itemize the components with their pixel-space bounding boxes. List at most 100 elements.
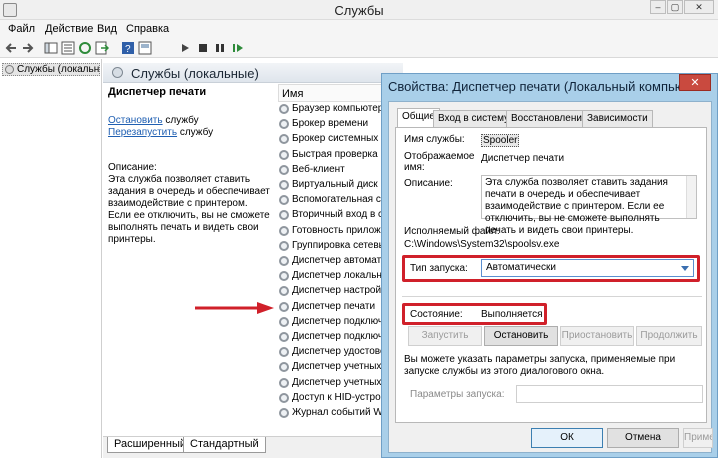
list-item[interactable]: Доступ к HID-устройствам	[278, 391, 388, 405]
minimize-button[interactable]: –	[650, 0, 666, 14]
list-item[interactable]: Диспетчер печати	[278, 300, 388, 314]
resume-button[interactable]: Продолжить	[636, 326, 702, 346]
list-item[interactable]: Быстрая проверка	[278, 148, 388, 162]
pane-header: Службы (локальные)	[103, 63, 403, 83]
tab-dependencies[interactable]: Зависимости	[582, 110, 653, 127]
service-name: Веб-клиент	[292, 163, 345, 175]
cancel-button[interactable]: Отмена	[607, 428, 679, 448]
dialog-title: Свойства: Диспетчер печати (Локальный ко…	[388, 79, 688, 94]
list-item[interactable]: Диспетчер автоматических подключений	[278, 254, 388, 268]
help-icon[interactable]: ?	[121, 41, 135, 55]
tab-recovery[interactable]: Восстановление	[506, 110, 593, 127]
forward-icon[interactable]	[21, 41, 35, 55]
column-header-name[interactable]: Имя	[278, 84, 388, 102]
service-description: Описание: Эта служба позволяет ставить з…	[108, 162, 270, 246]
list-item[interactable]: Диспетчер локальных сеансов	[278, 269, 388, 283]
apply-button[interactable]: Применить	[683, 428, 713, 448]
export-list-icon[interactable]	[95, 41, 109, 55]
view-tabs: Расширенный Стандартный	[103, 436, 403, 458]
tree-item-services-local[interactable]: Службы (локальные)	[2, 63, 100, 76]
start-button[interactable]: Запустить	[408, 326, 482, 346]
description-scrollbar[interactable]	[686, 176, 696, 218]
dialog-body: Общие Вход в систему Восстановление Зави…	[388, 101, 713, 453]
stop-service-line: Остановить службу	[108, 115, 199, 126]
column-name-label: Имя	[282, 88, 304, 100]
play-icon[interactable]	[178, 41, 192, 55]
console-tree-icon[interactable]	[44, 41, 58, 55]
description-label: Описание:	[108, 162, 157, 173]
list-item[interactable]: Диспетчер подключений удаленного доступа	[278, 330, 388, 344]
list-item[interactable]: Диспетчер настройки устройств	[278, 284, 388, 298]
menu-view[interactable]: Вид	[97, 23, 117, 35]
list-item[interactable]: Брокер системных событий	[278, 132, 388, 146]
list-item[interactable]: Группировка сетевых участников	[278, 239, 388, 253]
gear-icon	[279, 301, 289, 312]
service-name: Диспетчер учетных данных	[292, 361, 388, 373]
stop-service-suffix: службу	[162, 115, 199, 126]
selected-service-name: Диспетчер печати	[108, 86, 207, 98]
divider	[402, 296, 702, 297]
list-item[interactable]: Брокер времени	[278, 117, 388, 131]
gear-icon	[5, 65, 14, 74]
svg-text:?: ?	[125, 44, 131, 55]
description-label: Описание:	[404, 178, 453, 189]
list-item[interactable]: Виртуальный диск	[278, 178, 388, 192]
menu-action[interactable]: Действие	[45, 23, 93, 35]
service-name: Диспетчер автоматических подключений	[292, 255, 388, 266]
exe-path-value[interactable]: C:\Windows\System32\spoolsv.exe	[404, 239, 559, 250]
restart-service-link[interactable]: Перезапустить	[108, 127, 177, 138]
gear-icon	[279, 408, 289, 418]
service-name-label: Имя службы:	[404, 134, 465, 145]
gear-icon	[279, 225, 289, 236]
tab-standard[interactable]: Стандартный	[183, 437, 266, 453]
menu-file[interactable]: Файл	[8, 23, 35, 35]
service-name: Диспетчер учетных записей	[292, 376, 388, 388]
close-window-button[interactable]: ✕	[684, 0, 714, 14]
dialog-close-button[interactable]: ✕	[679, 74, 711, 91]
list-item[interactable]: Диспетчер учетных данных	[278, 360, 388, 374]
list-item[interactable]: Готовность приложений	[278, 224, 388, 238]
gear-icon	[279, 377, 289, 388]
properties-list-icon[interactable]	[61, 41, 75, 55]
stop-button[interactable]: Остановить	[484, 326, 558, 346]
gear-icon	[279, 119, 289, 130]
back-icon[interactable]	[4, 41, 18, 55]
list-item[interactable]: Вспомогательная служба IP	[278, 193, 388, 207]
service-name: Диспетчер локальных сеансов	[292, 270, 388, 282]
display-name-value[interactable]: Диспетчер печати	[481, 153, 564, 164]
service-name: Брокер времени	[292, 118, 369, 130]
stop-icon[interactable]	[196, 41, 210, 55]
startup-highlight-box	[402, 255, 700, 282]
ok-button[interactable]: ОК	[531, 428, 603, 448]
maximize-button[interactable]: ▢	[667, 0, 683, 14]
description-textbox[interactable]: Эта служба позволяет ставить задания печ…	[481, 175, 697, 236]
list-item[interactable]: Вторичный вход в систему	[278, 208, 388, 222]
pause-icon[interactable]	[213, 41, 227, 55]
service-name: Диспетчер подключений удаленного доступа	[292, 331, 388, 342]
pane-title: Службы (локальные)	[131, 66, 259, 81]
red-arrow-annotation	[195, 302, 274, 314]
gear-icon	[279, 240, 289, 251]
list-item[interactable]: Журнал событий Windows	[278, 406, 388, 420]
gear-icon	[279, 316, 289, 327]
stop-service-link[interactable]: Остановить	[108, 115, 163, 126]
service-name-value[interactable]: Spooler	[481, 134, 520, 147]
pause-button[interactable]: Приостановить	[560, 326, 634, 346]
list-item[interactable]: Браузер компьютеров	[278, 102, 388, 116]
refresh-icon[interactable]	[78, 41, 92, 55]
list-item[interactable]: Веб-клиент	[278, 163, 388, 177]
tab-logon[interactable]: Вход в систему	[433, 110, 515, 127]
gear-icon	[279, 347, 289, 358]
startup-params-label: Параметры запуска:	[410, 389, 505, 400]
restart-icon[interactable]	[231, 41, 245, 55]
startup-params-input[interactable]	[516, 385, 703, 403]
tab-extended[interactable]: Расширенный	[107, 437, 193, 453]
gear-icon	[279, 256, 289, 266]
list-item[interactable]: Диспетчер учетных записей	[278, 376, 388, 390]
list-item[interactable]: Диспетчер удостоверения	[278, 345, 388, 359]
menu-help[interactable]: Справка	[126, 23, 169, 35]
view-pane-icon[interactable]	[138, 41, 152, 55]
service-name: Диспетчер удостоверения	[292, 346, 388, 358]
gear-icon	[279, 362, 289, 373]
list-item[interactable]: Диспетчер подключений	[278, 315, 388, 329]
